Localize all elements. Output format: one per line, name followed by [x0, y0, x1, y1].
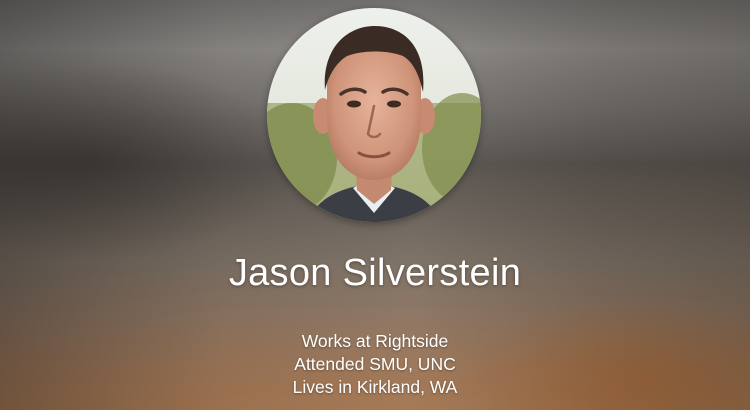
profile-work: Works at Rightside	[301, 331, 449, 351]
profile-education: Attended SMU, UNC	[294, 354, 456, 374]
profile-name: Jason Silverstein	[228, 252, 522, 294]
profile-cover-banner: Jason Silverstein Works at Rightside Att…	[0, 0, 750, 410]
profile-details: Works at Rightside Attended SMU, UNC Liv…	[0, 330, 750, 399]
profile-avatar[interactable]	[267, 8, 481, 222]
profile-location: Lives in Kirkland, WA	[292, 377, 458, 397]
